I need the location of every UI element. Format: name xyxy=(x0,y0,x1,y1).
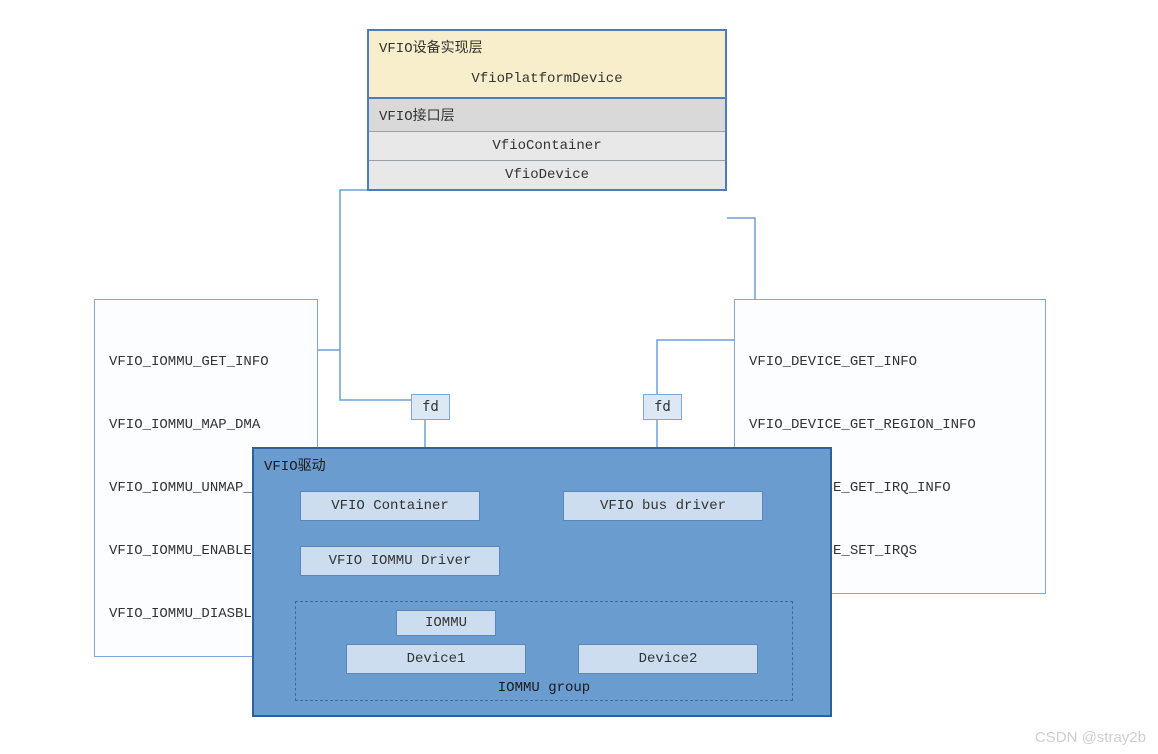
fd-label-container: fd xyxy=(411,394,450,420)
api-item: VFIO_IOMMU_GET_INFO xyxy=(109,352,303,373)
device2-box: Device2 xyxy=(578,644,758,674)
vfio-device-impl-title: VFIO设备实现层 xyxy=(369,31,725,63)
iommu-box: IOMMU xyxy=(396,610,496,636)
vfio-interface-item-device: VfioDevice xyxy=(369,161,725,189)
vfio-device-impl-layer: VFIO设备实现层 VfioPlatformDevice xyxy=(369,31,725,99)
vfio-device-impl-item: VfioPlatformDevice xyxy=(369,63,725,97)
watermark: CSDN @stray2b xyxy=(1035,729,1146,746)
vfio-driver-title: VFIO驱动 xyxy=(254,449,830,481)
fd-label-device: fd xyxy=(643,394,682,420)
device1-box: Device1 xyxy=(346,644,526,674)
vfio-interface-layer: VFIO接口层 VfioContainer VfioDevice xyxy=(369,99,725,189)
vfio-layers-stack: VFIO设备实现层 VfioPlatformDevice VFIO接口层 Vfi… xyxy=(367,29,727,191)
vfio-interface-title: VFIO接口层 xyxy=(369,99,725,132)
vfio-container-box: VFIO Container xyxy=(300,491,480,521)
api-item: VFIO_IOMMU_MAP_DMA xyxy=(109,415,303,436)
api-item: VFIO_DEVICE_GET_REGION_INFO xyxy=(749,415,1031,436)
api-item: VFIO_DEVICE_GET_INFO xyxy=(749,352,1031,373)
iommu-group-label: IOMMU group xyxy=(296,680,792,696)
vfio-iommu-driver-box: VFIO IOMMU Driver xyxy=(300,546,500,576)
vfio-bus-driver-box: VFIO bus driver xyxy=(563,491,763,521)
vfio-interface-item-container: VfioContainer xyxy=(369,132,725,161)
